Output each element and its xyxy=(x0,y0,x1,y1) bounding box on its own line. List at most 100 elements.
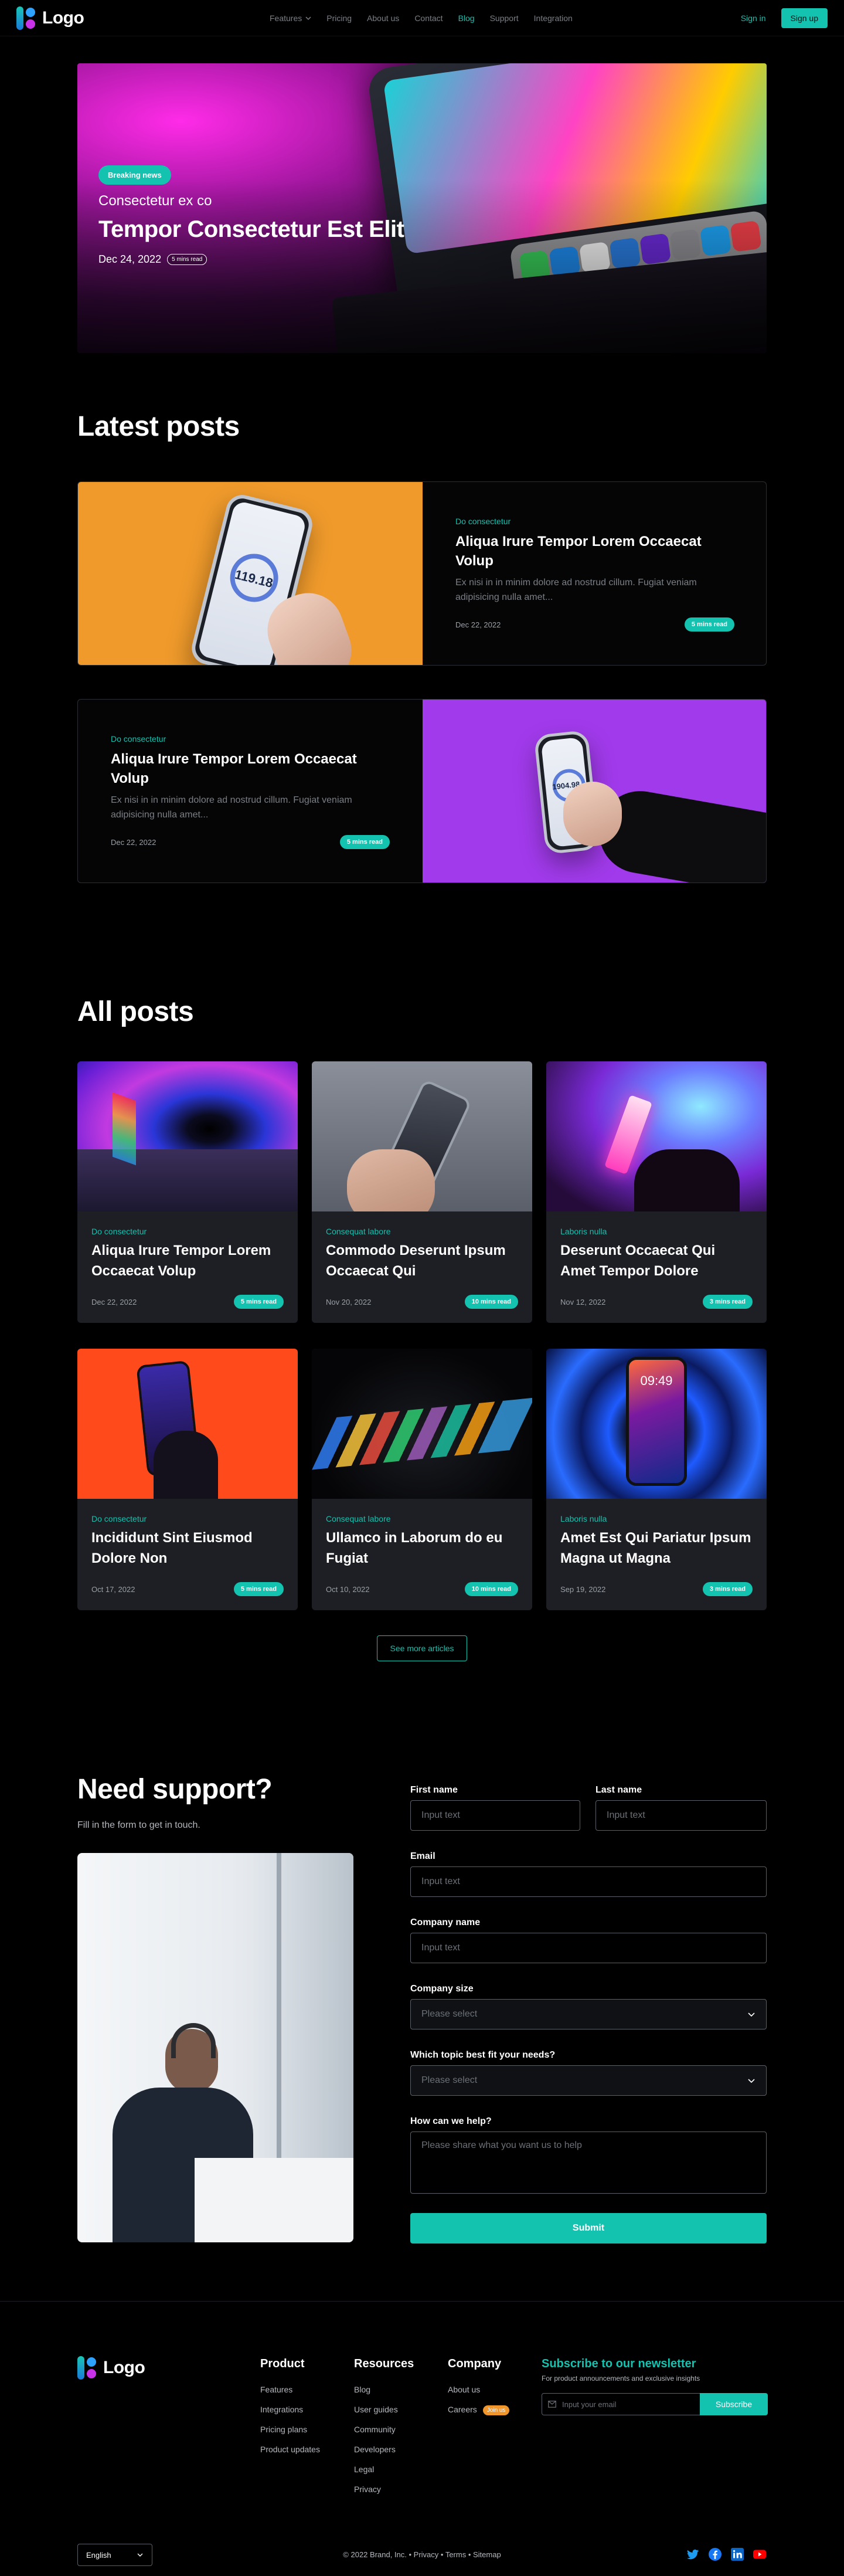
nav-link-support[interactable]: Support xyxy=(490,13,519,23)
hero-banner[interactable]: Breaking news Consectetur ex co Tempor C… xyxy=(77,63,767,353)
nav-link-features[interactable]: Features xyxy=(270,13,311,23)
newsletter-title: Subscribe to our newsletter xyxy=(542,2357,696,2370)
company-size-select[interactable]: Please select xyxy=(410,1999,767,2029)
social-links xyxy=(686,2547,767,2561)
post-title[interactable]: Aliqua Irure Tempor Lorem Occaecat Volup xyxy=(111,749,390,789)
post-card[interactable]: Do consectetur Aliqua Irure Tempor Lorem… xyxy=(77,1061,298,1323)
read-time-badge: 5 mins read xyxy=(233,1582,284,1596)
facebook-icon[interactable] xyxy=(708,2547,722,2561)
footer-column-title: Product xyxy=(260,2357,305,2370)
latest-post-card[interactable]: Do consectetur Aliqua Irure Tempor Lorem… xyxy=(77,699,767,883)
post-footer: Oct 17, 2022 5 mins read xyxy=(91,1582,284,1596)
post-title[interactable]: Deserunt Occaecat Qui Amet Tempor Dolore xyxy=(560,1241,753,1282)
twitter-icon[interactable] xyxy=(686,2547,700,2561)
nav-link-pricing[interactable]: Pricing xyxy=(326,13,352,23)
nav-link-blog[interactable]: Blog xyxy=(458,13,475,23)
post-excerpt: Ex nisi in in minim dolore ad nostrud ci… xyxy=(111,795,352,820)
footer-logo[interactable]: Logo xyxy=(77,2356,145,2380)
footer-link-pricing-plans[interactable]: Pricing plans xyxy=(260,2425,320,2434)
footer-link-product-updates[interactable]: Product updates xyxy=(260,2445,320,2454)
post-title[interactable]: Amet Est Qui Pariatur Ipsum Magna ut Mag… xyxy=(560,1528,753,1569)
post-title[interactable]: Aliqua Irure Tempor Lorem Occaecat Volup xyxy=(91,1241,284,1282)
email-label: Email xyxy=(410,1851,435,1861)
footer-link-developers[interactable]: Developers xyxy=(354,2445,414,2454)
post-date: Nov 12, 2022 xyxy=(560,1297,606,1306)
latest-post-card[interactable]: 119.18 Do consectetur Aliqua Irure Tempo… xyxy=(77,481,767,666)
footer-link-about-us[interactable]: About us xyxy=(448,2385,509,2394)
post-card[interactable]: Consequat labore Commodo Deserunt Ipsum … xyxy=(312,1061,532,1323)
hero-date: Dec 24, 2022 xyxy=(98,253,162,265)
logo-mark-icon xyxy=(77,2356,97,2380)
post-image: 1904.98 xyxy=(423,700,766,883)
post-image xyxy=(312,1349,532,1499)
post-category[interactable]: Do consectetur xyxy=(91,1514,284,1523)
nav-link-label: Features xyxy=(270,13,302,23)
post-date: Dec 22, 2022 xyxy=(455,620,501,629)
post-footer: Dec 22, 2022 5 mins read xyxy=(111,835,390,850)
post-image xyxy=(312,1061,532,1211)
footer-link-integrations[interactable]: Integrations xyxy=(260,2405,320,2414)
company-name-label: Company name xyxy=(410,1917,481,1927)
post-category[interactable]: Laboris nulla xyxy=(560,1514,753,1523)
post-card[interactable]: Do consectetur Incididunt Sint Eiusmod D… xyxy=(77,1349,298,1610)
latest-posts-title: Latest posts xyxy=(77,411,240,442)
email-input[interactable] xyxy=(410,1866,767,1897)
nav-links: Features Pricing About us Contact Blog S… xyxy=(270,0,573,36)
post-category[interactable]: Do consectetur xyxy=(91,1227,284,1236)
post-title[interactable]: Aliqua Irure Tempor Lorem Occaecat Volup xyxy=(455,532,734,571)
post-card[interactable]: Consequat labore Ullamco in Laborum do e… xyxy=(312,1349,532,1610)
topic-select[interactable]: Please select xyxy=(410,2065,767,2096)
post-title[interactable]: Ullamco in Laborum do eu Fugiat xyxy=(326,1528,518,1569)
submit-button[interactable]: Submit xyxy=(410,2213,767,2244)
footer-link-features[interactable]: Features xyxy=(260,2385,320,2394)
youtube-icon[interactable] xyxy=(753,2547,767,2561)
nav-link-about[interactable]: About us xyxy=(367,13,399,23)
post-card[interactable]: 09:49 Laboris nulla Amet Est Qui Pariatu… xyxy=(546,1349,767,1610)
newsletter-email-input[interactable] xyxy=(542,2393,700,2415)
help-label: How can we help? xyxy=(410,2116,492,2126)
logo[interactable]: Logo xyxy=(16,6,84,30)
linkedin-icon[interactable] xyxy=(730,2547,744,2561)
help-textarea[interactable] xyxy=(410,2132,767,2194)
post-category[interactable]: Consequat labore xyxy=(326,1227,518,1236)
newsletter-form: Subscribe xyxy=(542,2393,768,2415)
company-size-label: Company size xyxy=(410,1984,474,1994)
footer-product-column: Product Features Integrations Pricing pl… xyxy=(260,2357,320,2465)
post-category[interactable]: Consequat labore xyxy=(326,1514,518,1523)
post-footer: Dec 22, 2022 5 mins read xyxy=(455,617,734,632)
post-card[interactable]: Laboris nulla Deserunt Occaecat Qui Amet… xyxy=(546,1061,767,1323)
footer-link-community[interactable]: Community xyxy=(354,2425,414,2434)
hero-title[interactable]: Tempor Consectetur Est Elit xyxy=(98,216,404,243)
post-footer: Nov 12, 2022 3 mins read xyxy=(560,1295,753,1309)
first-name-input[interactable] xyxy=(410,1800,580,1831)
post-date: Sep 19, 2022 xyxy=(560,1584,606,1594)
newsletter: Subscribe to our newsletter For product … xyxy=(542,2357,768,2415)
topic-label: Which topic best fit your needs? xyxy=(410,2050,556,2060)
read-time-badge: 3 mins read xyxy=(702,1582,753,1596)
footer-link-privacy[interactable]: Privacy xyxy=(354,2485,414,2494)
footer-link-blog[interactable]: Blog xyxy=(354,2385,414,2394)
footer-link-careers[interactable]: Careers Join us xyxy=(448,2405,510,2415)
nav-link-integration[interactable]: Integration xyxy=(534,13,573,23)
see-more-articles-button[interactable]: See more articles xyxy=(377,1635,467,1661)
sign-up-button[interactable]: Sign up xyxy=(781,8,828,28)
company-name-input[interactable] xyxy=(410,1933,767,1963)
nav-link-contact[interactable]: Contact xyxy=(414,13,443,23)
read-time-badge: 10 mins read xyxy=(464,1295,518,1309)
post-category[interactable]: Do consectetur xyxy=(455,517,734,526)
footer-column-title: Resources xyxy=(354,2357,414,2370)
post-title[interactable]: Incididunt Sint Eiusmod Dolore Non xyxy=(91,1528,284,1569)
sign-in-link[interactable]: Sign in xyxy=(741,13,766,23)
breaking-news-badge: Breaking news xyxy=(98,165,171,185)
footer-link-user-guides[interactable]: User guides xyxy=(354,2405,414,2414)
post-footer: Dec 22, 2022 5 mins read xyxy=(91,1295,284,1309)
post-title[interactable]: Commodo Deserunt Ipsum Occaecat Qui xyxy=(326,1241,518,1282)
post-category[interactable]: Laboris nulla xyxy=(560,1227,753,1236)
post-category[interactable]: Do consectetur xyxy=(111,734,390,744)
first-name-label: First name xyxy=(410,1785,458,1795)
footer-link-legal[interactable]: Legal xyxy=(354,2465,414,2474)
last-name-input[interactable] xyxy=(595,1800,767,1831)
subscribe-button[interactable]: Subscribe xyxy=(700,2393,768,2415)
all-posts-title: All posts xyxy=(77,996,194,1027)
read-time-badge: 5 mins read xyxy=(339,835,390,850)
